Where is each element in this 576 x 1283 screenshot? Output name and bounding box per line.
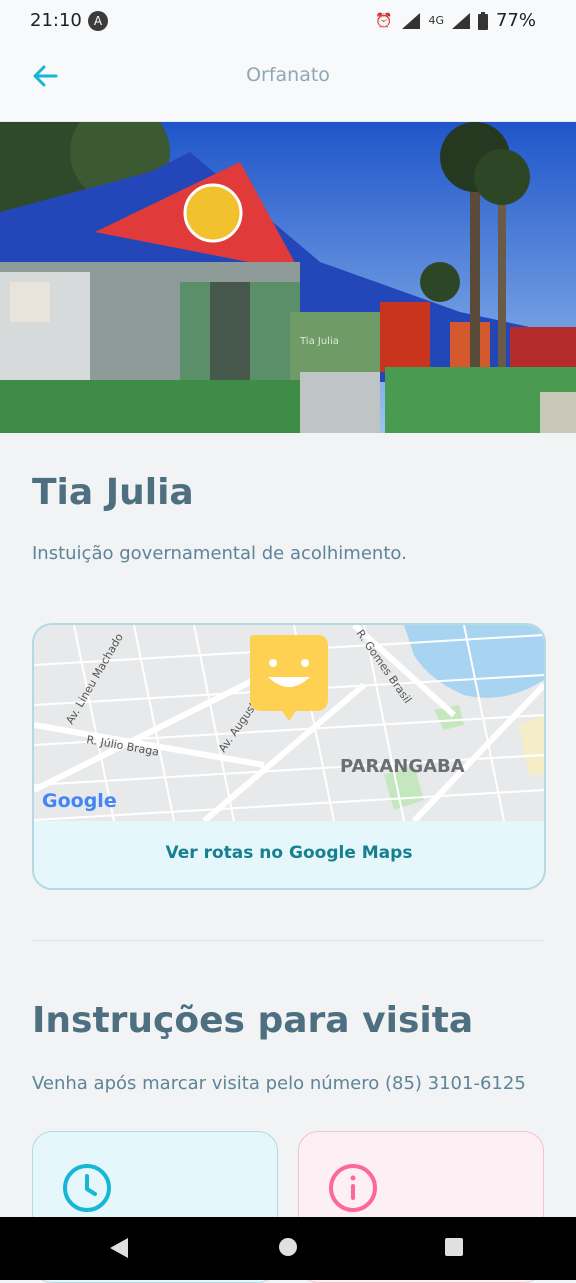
app-bar: Orfanato [0,44,576,122]
orphanage-name: Tia Julia [32,472,194,513]
battery-percent: 77% [495,10,536,31]
visit-instructions-title: Instruções para visita [32,1000,474,1041]
signal-icon [402,12,421,29]
orphanage-description: Instuição governamental de acolhimento. [32,543,407,564]
status-time: 21:10 [30,10,82,31]
google-logo: Google [42,790,117,812]
back-triangle-icon[interactable] [108,1237,130,1259]
building-sign-text: Tia Julia [299,336,339,347]
network-label: 4G [428,14,444,27]
map-card[interactable]: Av. Lineu Machado R. Júlio Braga Av. Aug… [32,623,546,890]
status-icons: ⏰ 4G 77% [375,10,536,31]
battery-icon [477,11,488,30]
signal-icon-2 [451,12,470,29]
app-indicator-icon: A [88,11,108,31]
visit-instructions-text: Venha após marcar visita pelo número (85… [32,1073,526,1094]
status-bar: 21:10 A ⏰ 4G 77% [0,0,576,44]
google-maps-routes-link[interactable]: Ver rotas no Google Maps [34,821,544,888]
district-label: PARANGABA [340,756,465,777]
home-circle-icon[interactable] [278,1237,298,1257]
info-icon [329,1164,377,1212]
map-view[interactable]: Av. Lineu Machado R. Júlio Braga Av. Aug… [34,625,544,821]
orphanage-photo: Tia Julia [0,122,576,433]
page-title: Orfanato [246,64,330,86]
section-divider [32,940,544,941]
system-navigation-bar [0,1217,576,1280]
clock-icon [63,1164,111,1212]
alarm-icon: ⏰ [375,12,395,29]
recents-square-icon[interactable] [444,1237,464,1257]
smiley-marker-icon[interactable] [250,635,328,721]
